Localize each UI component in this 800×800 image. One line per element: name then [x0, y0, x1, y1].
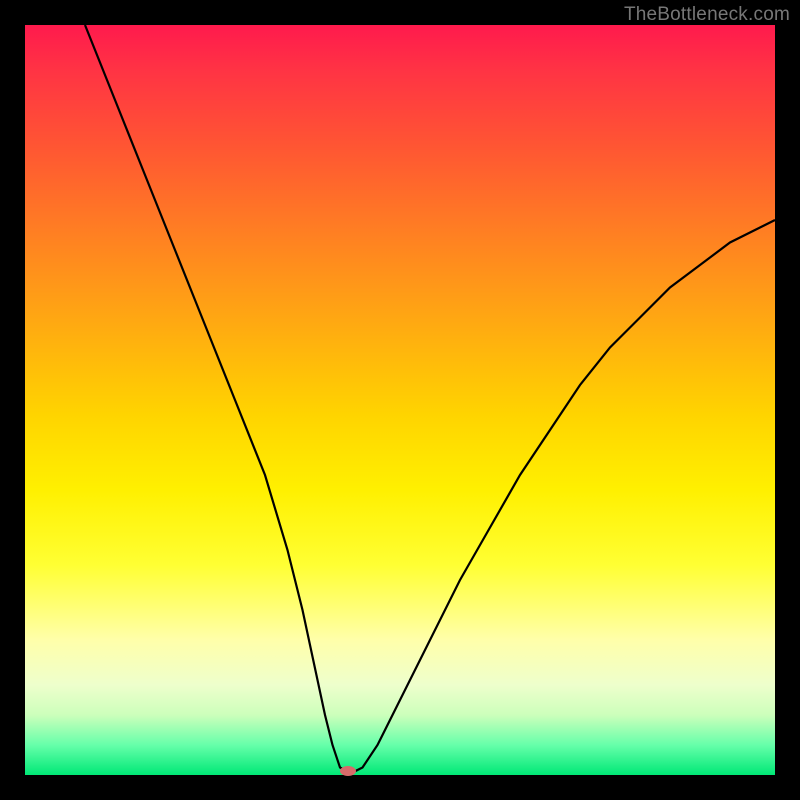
bottleneck-curve [85, 25, 775, 771]
optimal-point-marker [340, 766, 356, 776]
curve-svg [25, 25, 775, 775]
chart-frame: TheBottleneck.com [0, 0, 800, 800]
watermark-text: TheBottleneck.com [624, 4, 790, 26]
plot-area [25, 25, 775, 775]
